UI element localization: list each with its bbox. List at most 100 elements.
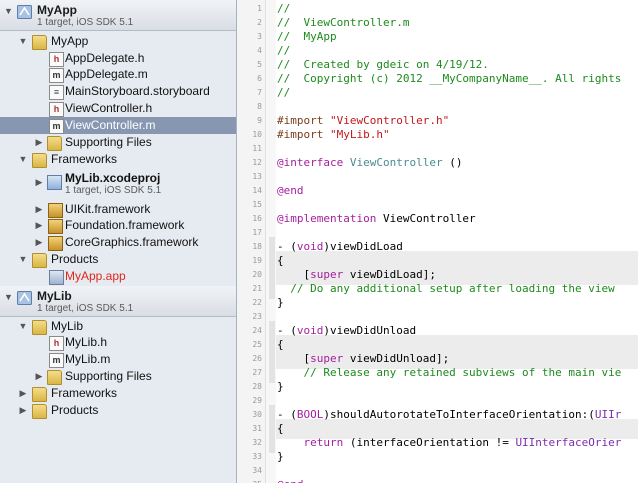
nav-item-myapp-group[interactable]: ▼ MyApp — [0, 33, 236, 50]
fold-indicator[interactable] — [269, 321, 275, 383]
line-number: 28 — [252, 382, 262, 391]
code-line[interactable]: } — [277, 450, 284, 464]
disclosure-triangle-icon[interactable]: ▶ — [34, 177, 44, 188]
nav-item-label: MyApp.app — [65, 269, 126, 283]
folder-icon — [32, 35, 47, 50]
code-line[interactable]: } — [277, 380, 284, 394]
nav-item-myapp-app[interactable]: MyApp.app — [0, 268, 236, 285]
line-number: 26 — [252, 354, 262, 363]
framework-icon — [48, 219, 63, 234]
code-line[interactable]: // Do any additional setup after loading… — [277, 282, 615, 296]
line-number: 8 — [257, 102, 262, 111]
code-line[interactable]: { — [277, 254, 284, 268]
nav-item-appdelegate-m[interactable]: m AppDelegate.m — [0, 66, 236, 83]
code-line[interactable]: @end — [277, 184, 304, 198]
line-number: 3 — [257, 32, 262, 41]
folder-icon — [32, 387, 47, 402]
code-line[interactable]: @interface ViewController () — [277, 156, 462, 170]
code-line[interactable]: // Release any retained subviews of the … — [277, 366, 621, 380]
nav-item-mainstoryboard[interactable]: ≡ MainStoryboard.storyboard — [0, 83, 236, 100]
code-line[interactable]: // Created by gdeic on 4/19/12. — [277, 58, 489, 72]
nav-item-label: Products — [51, 403, 99, 417]
code-line[interactable]: [super viewDidLoad]; — [277, 268, 435, 282]
source-file-icon: m — [49, 353, 64, 368]
disclosure-triangle-icon[interactable]: ▼ — [4, 292, 13, 302]
disclosure-triangle-icon[interactable]: ▶ — [34, 134, 44, 151]
header-file-icon: h — [49, 52, 64, 67]
nav-item-viewcontroller-h[interactable]: h ViewController.h — [0, 100, 236, 117]
disclosure-triangle-icon[interactable]: ▶ — [18, 385, 28, 402]
line-number: 6 — [257, 74, 262, 83]
nav-item-mylib-supporting-files[interactable]: ▶ Supporting Files — [0, 368, 236, 385]
nav-item-mylib-h[interactable]: h MyLib.h — [0, 334, 236, 351]
disclosure-triangle-icon[interactable]: ▶ — [18, 402, 28, 419]
disclosure-triangle-icon[interactable]: ▶ — [34, 368, 44, 385]
folder-icon — [32, 253, 47, 268]
disclosure-triangle-icon[interactable]: ▼ — [4, 6, 13, 16]
code-line[interactable]: // — [277, 44, 290, 58]
folder-icon — [47, 370, 62, 385]
code-line[interactable]: - (void)viewDidUnload — [277, 324, 416, 338]
disclosure-triangle-icon[interactable]: ▼ — [18, 151, 28, 168]
line-number: 30 — [252, 410, 262, 419]
fold-indicator[interactable] — [269, 405, 275, 453]
code-line[interactable]: // ViewController.m — [277, 16, 409, 30]
code-line[interactable]: { — [277, 422, 284, 436]
project-header-mylib[interactable]: ▼ MyLib 1 target, iOS SDK 5.1 — [0, 286, 236, 317]
nav-item-label: CoreGraphics.framework — [65, 235, 199, 249]
line-number: 5 — [257, 60, 262, 69]
project-header-myapp[interactable]: ▼ MyApp 1 target, iOS SDK 5.1 — [0, 0, 236, 31]
code-line[interactable]: { — [277, 338, 284, 352]
line-number: 16 — [252, 214, 262, 223]
line-number: 18 — [252, 242, 262, 251]
code-line[interactable]: // — [277, 86, 290, 100]
nav-item-supporting-files[interactable]: ▶ Supporting Files — [0, 134, 236, 151]
code-line[interactable]: @end — [277, 478, 304, 483]
nav-item-mylib-group[interactable]: ▼ MyLib — [0, 318, 236, 335]
code-line[interactable]: @implementation ViewController — [277, 212, 476, 226]
line-number: 29 — [252, 396, 262, 405]
code-line[interactable]: // MyApp — [277, 30, 337, 44]
xcodeproj-icon — [47, 175, 62, 190]
disclosure-triangle-icon[interactable]: ▼ — [18, 251, 28, 268]
source-editor[interactable]: 1 2 3 4 5 6 7 8 9 10 11 12 13 14 15 16 17 18 19 20 21 22 23 24 2… — [237, 0, 638, 483]
code-line[interactable]: [super viewDidUnload]; — [277, 352, 449, 366]
line-number: 20 — [252, 270, 262, 279]
code-line[interactable]: // Copyright (c) 2012 __MyCompanyName__.… — [277, 72, 621, 86]
code-line[interactable]: // — [277, 2, 290, 16]
code-line[interactable]: - (void)viewDidLoad — [277, 240, 403, 254]
nav-item-mylib-m[interactable]: m MyLib.m — [0, 351, 236, 368]
nav-item-frameworks[interactable]: ▼ Frameworks — [0, 151, 236, 168]
line-number: 33 — [252, 452, 262, 461]
code-line[interactable]: - (BOOL)shouldAutorotateToInterfaceOrien… — [277, 408, 621, 422]
nav-item-label: MainStoryboard.storyboard — [65, 84, 210, 98]
nav-item-products[interactable]: ▼ Products — [0, 251, 236, 268]
nav-item-appdelegate-h[interactable]: h AppDelegate.h — [0, 50, 236, 67]
disclosure-triangle-icon[interactable]: ▶ — [34, 217, 44, 234]
fold-indicator[interactable] — [269, 237, 275, 299]
nav-item-viewcontroller-m[interactable]: m ViewController.m — [0, 117, 236, 134]
line-number: 2 — [257, 18, 262, 27]
disclosure-triangle-icon[interactable]: ▶ — [34, 201, 44, 218]
code-line[interactable]: } — [277, 296, 284, 310]
nav-item-coregraphics-framework[interactable]: ▶ CoreGraphics.framework — [0, 234, 236, 251]
nav-item-mylib-frameworks[interactable]: ▶ Frameworks — [0, 385, 236, 402]
line-number: 24 — [252, 326, 262, 335]
code-line[interactable]: #import "ViewController.h" — [277, 114, 449, 128]
line-number: 25 — [252, 340, 262, 349]
disclosure-triangle-icon[interactable]: ▼ — [18, 318, 28, 335]
line-number: 10 — [252, 130, 262, 139]
nav-item-uikit-framework[interactable]: ▶ UIKit.framework — [0, 201, 236, 218]
line-number: 27 — [252, 368, 262, 377]
nav-item-label: MyApp — [51, 34, 89, 48]
nav-item-foundation-framework[interactable]: ▶ Foundation.framework — [0, 217, 236, 234]
nav-item-mylib-xcodeproj[interactable]: ▶ MyLib.xcodeproj 1 target, iOS SDK 5.1 — [0, 169, 236, 199]
code-line[interactable]: #import "MyLib.h" — [277, 128, 390, 142]
nav-item-mylib-products[interactable]: ▶ Products — [0, 402, 236, 419]
disclosure-triangle-icon[interactable]: ▼ — [18, 33, 28, 50]
line-number: 31 — [252, 424, 262, 433]
disclosure-triangle-icon[interactable]: ▶ — [34, 234, 44, 251]
line-number: 1 — [257, 4, 262, 13]
folder-icon — [32, 320, 47, 335]
code-line[interactable]: return (interfaceOrientation != UIInterf… — [277, 436, 622, 450]
